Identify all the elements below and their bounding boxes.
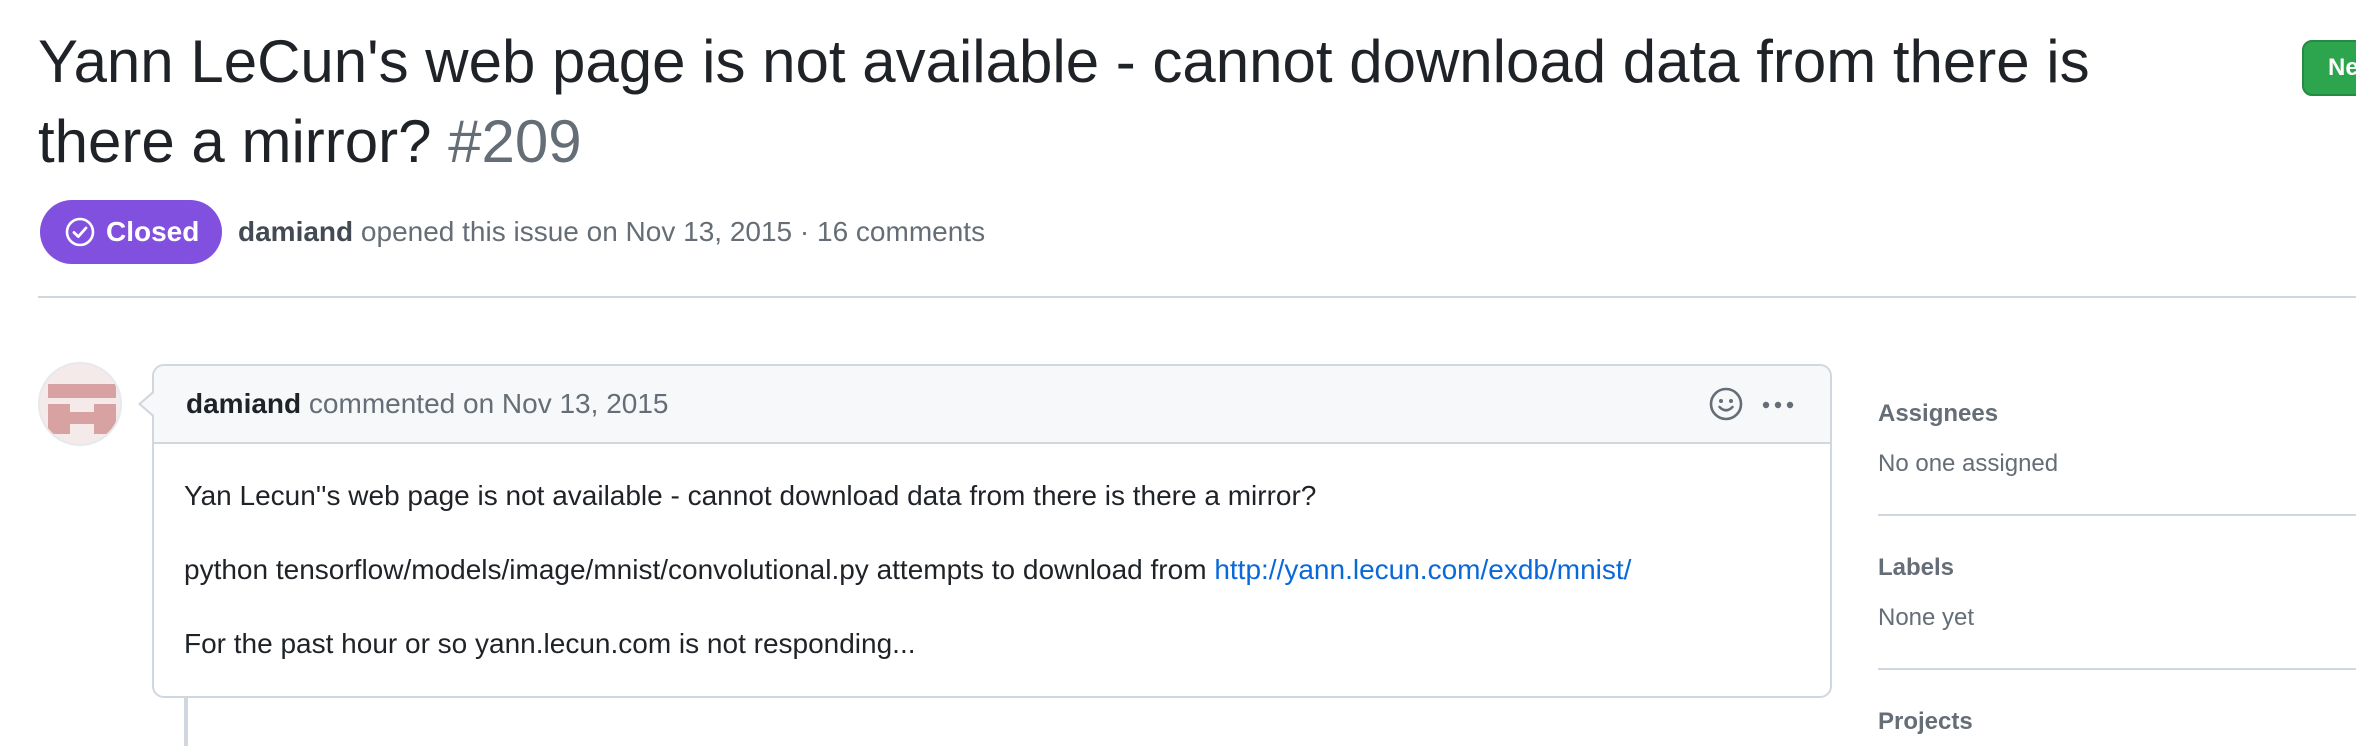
smiley-icon[interactable] xyxy=(1708,386,1744,422)
issue-title: Yann LeCun's web page is not available -… xyxy=(38,22,2218,182)
sidebar-projects: Projects xyxy=(1878,706,2356,738)
comment-paragraph: Yan Lecun''s web page is not available -… xyxy=(184,480,1317,511)
new-issue-button[interactable]: New issue xyxy=(2302,40,2356,96)
sidebar-heading[interactable]: Projects xyxy=(1878,706,2356,738)
sidebar-value: None yet xyxy=(1878,604,1975,631)
issue-meta: damiand opened this issue on Nov 13, 201… xyxy=(238,214,985,250)
header-divider xyxy=(38,296,2356,298)
sidebar-assignees: Assignees No one assigned xyxy=(1878,398,2356,480)
comment-paragraph-text: python tensorflow/models/image/mnist/con… xyxy=(184,554,1215,585)
timeline-line xyxy=(184,698,188,746)
issue-author-link[interactable]: damiand xyxy=(238,216,353,247)
sidebar-divider xyxy=(1878,668,2356,670)
comment-header: damiand commented on Nov 13, 2015 xyxy=(154,366,1830,444)
sidebar-heading[interactable]: Assignees xyxy=(1878,398,2356,430)
issue-meta-text: opened this issue on Nov 13, 2015 · 16 c… xyxy=(360,216,986,247)
issue-page: Yann LeCun's web page is not available -… xyxy=(0,0,2356,746)
comment-paragraph: python tensorflow/models/image/mnist/con… xyxy=(184,552,1631,588)
comment-paragraph: For the past hour or so yann.lecun.com i… xyxy=(184,628,916,659)
sidebar-divider xyxy=(1878,514,2356,516)
sidebar-labels: Labels None yet xyxy=(1878,552,2356,634)
sidebar-heading[interactable]: Labels xyxy=(1878,552,2356,584)
status-label: Closed xyxy=(106,216,200,247)
identicon-image xyxy=(40,364,120,444)
avatar[interactable] xyxy=(38,362,122,446)
check-circle-icon xyxy=(64,216,96,248)
sidebar-value: No one assigned xyxy=(1878,450,2059,477)
kebab-icon[interactable] xyxy=(1758,390,1798,420)
comment-meta-text: commented on Nov 13, 2015 xyxy=(308,388,669,419)
mnist-link[interactable]: http://yann.lecun.com/exdb/mnist/ xyxy=(1214,554,1631,585)
status-badge: Closed xyxy=(40,200,222,264)
comment-author-link[interactable]: damiand xyxy=(186,388,301,419)
issue-number: #209 xyxy=(448,108,582,175)
comment-meta: damiand commented on Nov 13, 2015 xyxy=(186,386,668,422)
issue-title-text: Yann LeCun's web page is not available -… xyxy=(38,28,2090,175)
